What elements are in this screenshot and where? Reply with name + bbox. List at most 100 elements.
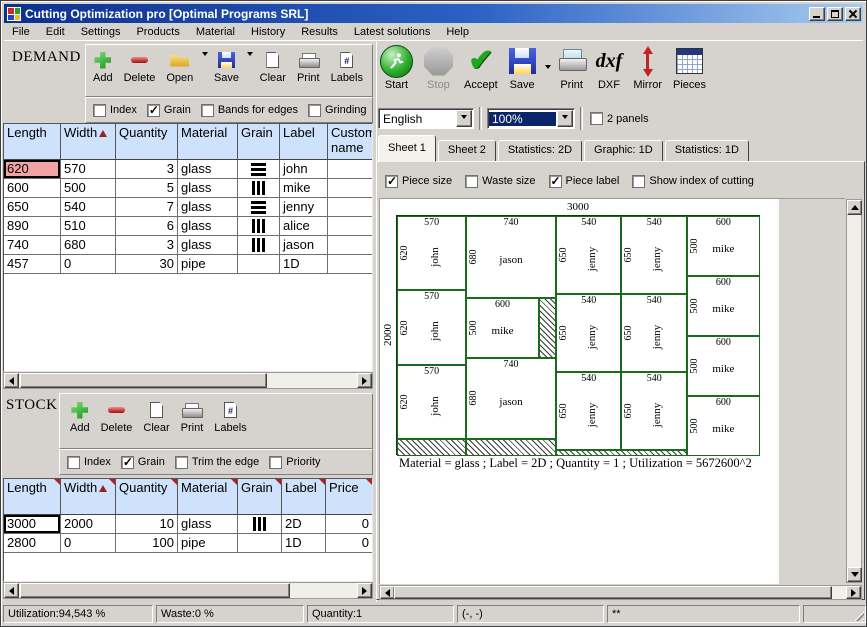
demand-grinding-checkbox[interactable] [308,104,321,117]
menu-item-edit[interactable]: Edit [38,24,73,40]
dropdown-arrow-icon[interactable] [557,110,573,127]
demand-cell[interactable]: 3 [116,160,178,179]
two-panels-checkbox[interactable] [590,112,603,125]
stock-add-button[interactable]: Add [68,398,92,435]
demand-cell[interactable] [328,255,373,274]
scroll-right-button[interactable] [357,373,372,388]
scroll-right-button[interactable] [846,586,861,599]
zoom-select[interactable]: 100% [487,108,575,129]
view-piece-size-checkbox[interactable] [385,175,398,188]
demand-open-dropdown-arrow[interactable] [200,48,209,59]
stock-cell[interactable]: pipe [178,534,238,553]
demand-cell[interactable] [328,160,373,179]
demand-cell[interactable] [238,217,280,236]
stock-index-checkbox[interactable] [67,456,80,469]
demand-clear-button[interactable]: Clear [258,48,288,85]
language-select[interactable]: English [378,108,474,129]
solver-mirror-button[interactable]: Mirror [631,43,664,92]
solver-save-button[interactable]: Save [507,43,538,92]
stock-cell[interactable]: 1D [282,534,326,553]
demand-header-width[interactable]: Width [61,124,116,160]
demand-grain-checkbox[interactable] [147,104,160,117]
demand-cell[interactable] [238,255,280,274]
demand-cell[interactable] [328,217,373,236]
demand-save-dropdown-arrow[interactable] [246,48,255,59]
stock-cell[interactable]: 3000 [4,515,61,534]
demand-table-horizontal-scrollbar[interactable] [3,372,373,389]
maximize-button[interactable] [827,7,843,21]
demand-cell[interactable]: pipe [178,255,238,274]
demand-cell[interactable] [238,179,280,198]
demand-cell[interactable]: glass [178,198,238,217]
demand-cell[interactable] [328,179,373,198]
stock-cell[interactable]: glass [178,515,238,534]
demand-cell[interactable]: 740 [4,236,61,255]
stock-header-length[interactable]: Length [4,479,61,515]
demand-cell[interactable]: 0 [61,255,116,274]
demand-cell[interactable]: 7 [116,198,178,217]
demand-cell[interactable]: 3 [116,236,178,255]
menu-item-settings[interactable]: Settings [73,24,129,40]
menu-item-file[interactable]: File [4,24,38,40]
demand-cell[interactable]: glass [178,217,238,236]
stock-priority-checkbox[interactable] [269,456,282,469]
demand-cell[interactable] [238,160,280,179]
demand-table[interactable]: LengthWidthQuantityMaterialGrainLabelCus… [3,123,373,372]
minimize-button[interactable] [809,7,825,21]
scrollbar-thumb[interactable] [394,586,832,599]
stock-cell[interactable] [238,515,282,534]
demand-cell[interactable]: 1D [280,255,328,274]
view-waste-size-checkbox[interactable] [465,175,478,188]
demand-cell[interactable]: mike [280,179,328,198]
sheet-horizontal-scrollbar[interactable] [379,585,862,600]
demand-header-customer-name[interactable]: Customer name [328,124,373,160]
stock-header-label[interactable]: Label [282,479,326,515]
stock-cell[interactable]: 0 [326,534,373,553]
solver-dxf-button[interactable]: dxfDXF [594,43,625,92]
stock-cell[interactable]: 2000 [61,515,116,534]
demand-index-checkbox[interactable] [93,104,106,117]
demand-cell[interactable]: jason [280,236,328,255]
demand-cell[interactable]: 457 [4,255,61,274]
demand-header-grain[interactable]: Grain [238,124,280,160]
stock-print-button[interactable]: Print [179,398,206,435]
demand-header-length[interactable]: Length [4,124,61,160]
demand-cell[interactable]: 500 [61,179,116,198]
demand-cell[interactable]: 5 [116,179,178,198]
tab-graphic-1d[interactable]: Graphic: 1D [584,140,663,162]
demand-cell[interactable]: 680 [61,236,116,255]
stock-cell[interactable]: 0 [61,534,116,553]
demand-add-button[interactable]: Add [91,48,115,85]
demand-cell[interactable]: 650 [4,198,61,217]
stock-cell[interactable]: 10 [116,515,178,534]
demand-cell[interactable] [238,198,280,217]
stock-header-price[interactable]: Price [326,479,373,515]
demand-cell[interactable]: 510 [61,217,116,236]
solver-accept-button[interactable]: ✔Accept [462,43,500,92]
stock-cell[interactable]: 2800 [4,534,61,553]
demand-print-button[interactable]: Print [295,48,322,85]
demand-cell[interactable]: glass [178,236,238,255]
demand-cell[interactable] [328,198,373,217]
demand-delete-button[interactable]: Delete [122,48,158,85]
stock-labels-button[interactable]: Labels [212,398,248,435]
demand-labels-button[interactable]: Labels [329,48,365,85]
solver-pieces-button[interactable]: Pieces [671,43,708,92]
demand-cell[interactable]: 30 [116,255,178,274]
demand-save-button[interactable]: Save [212,48,241,85]
demand-bands-for-edges-checkbox[interactable] [201,104,214,117]
scroll-left-button[interactable] [4,583,19,598]
tab-sheet-2[interactable]: Sheet 2 [438,140,496,162]
stock-clear-button[interactable]: Clear [141,398,171,435]
solver-print-button[interactable]: Print [557,43,587,92]
stock-cell[interactable] [238,534,282,553]
demand-cell[interactable]: glass [178,160,238,179]
demand-cell[interactable]: 540 [61,198,116,217]
menu-item-history[interactable]: History [243,24,293,40]
scroll-left-button[interactable] [4,373,19,388]
menu-item-products[interactable]: Products [128,24,187,40]
stock-table[interactable]: LengthWidthQuantityMaterialGrainLabelPri… [3,478,373,582]
demand-cell[interactable]: 620 [4,160,61,179]
demand-cell[interactable]: jenny [280,198,328,217]
view-piece-label-checkbox[interactable] [549,175,562,188]
